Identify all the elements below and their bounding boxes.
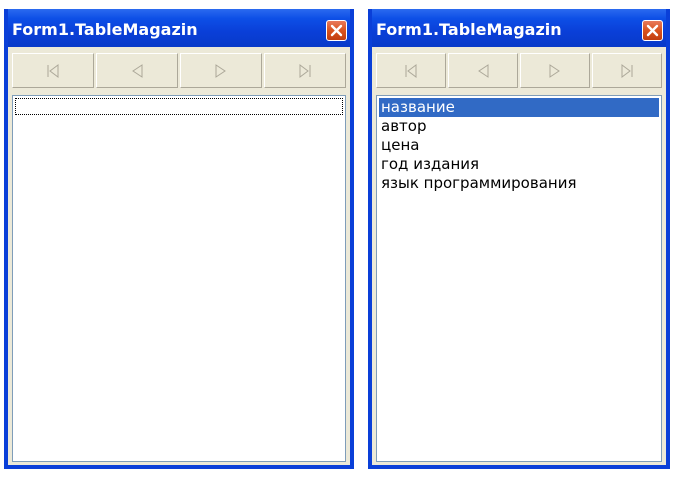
nav-last-button[interactable]	[592, 53, 662, 88]
nav-next-button[interactable]	[520, 53, 590, 88]
list-item-selected[interactable]: название	[379, 98, 659, 117]
nav-last-button[interactable]	[264, 53, 346, 88]
nav-prior-button[interactable]	[96, 53, 178, 88]
field-listbox[interactable]: название автор цена год издания язык про…	[376, 95, 662, 462]
title-bar[interactable]: Form1.TableMagazin	[8, 9, 350, 47]
first-icon	[405, 63, 417, 78]
title-bar[interactable]: Form1.TableMagazin	[372, 9, 666, 47]
nav-prior-button[interactable]	[448, 53, 518, 88]
nav-first-button[interactable]	[376, 53, 446, 88]
close-button[interactable]	[642, 20, 663, 41]
close-button[interactable]	[326, 20, 347, 41]
form-window-right: Form1.TableMagazin название автор цена г…	[368, 9, 670, 469]
list-item[interactable]: год издания	[379, 155, 659, 174]
list-item[interactable]: язык программирования	[379, 174, 659, 193]
field-listbox[interactable]	[12, 95, 346, 462]
nav-first-button[interactable]	[12, 53, 94, 88]
list-item[interactable]: цена	[379, 136, 659, 155]
next-icon	[215, 63, 226, 78]
db-navigator	[376, 53, 662, 88]
prior-icon	[132, 63, 143, 78]
close-icon	[646, 24, 659, 37]
db-navigator	[12, 53, 346, 88]
next-icon	[549, 63, 560, 78]
window-title: Form1.TableMagazin	[376, 20, 562, 39]
focus-rectangle	[15, 98, 343, 115]
last-icon	[621, 63, 633, 78]
last-icon	[299, 63, 311, 78]
close-icon	[330, 24, 343, 37]
client-area: название автор цена год издания язык про…	[372, 47, 666, 465]
first-icon	[47, 63, 59, 78]
list-item[interactable]: автор	[379, 117, 659, 136]
nav-next-button[interactable]	[180, 53, 262, 88]
client-area	[8, 47, 350, 465]
form-window-left: Form1.TableMagazin	[4, 9, 354, 469]
prior-icon	[478, 63, 489, 78]
window-title: Form1.TableMagazin	[12, 20, 198, 39]
